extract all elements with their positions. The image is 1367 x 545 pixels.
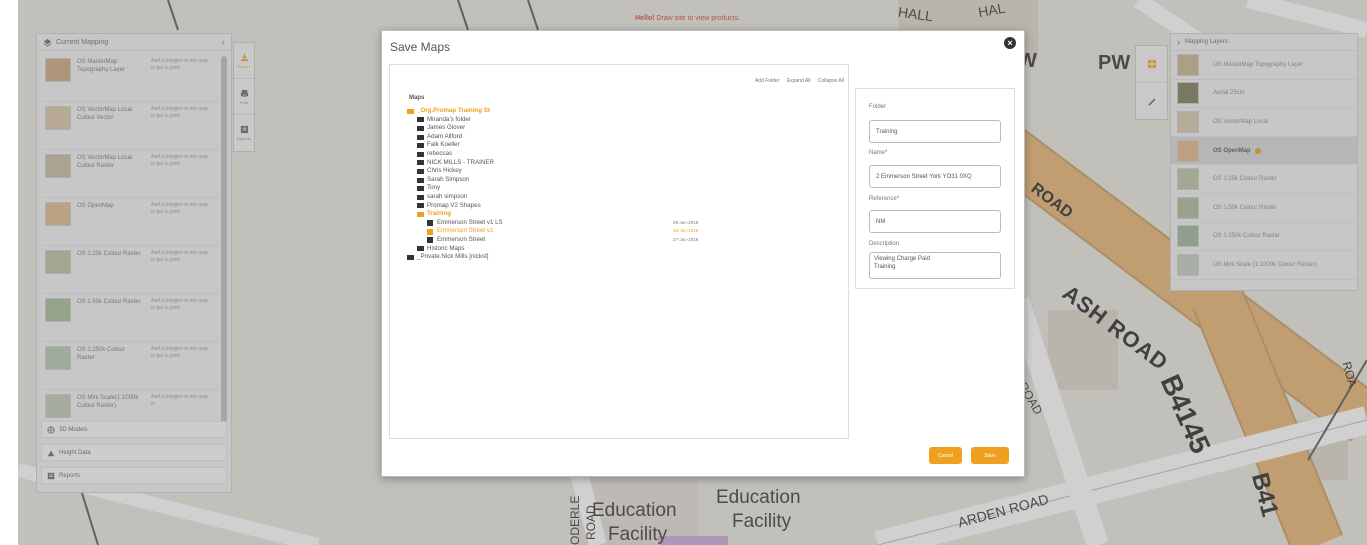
folder-icon (417, 151, 424, 157)
tree-item-label: Historic Maps (427, 244, 465, 252)
maps-tree: _Org.Promap Training St Miranda’s folder J… (407, 107, 707, 262)
tree-toolbar: Add Folder Expand All Collapse All (749, 78, 844, 84)
tree-item-label: _Org.Promap Training St (417, 107, 490, 114)
tree-item-label: Emmerson Street v1 (437, 227, 494, 235)
tree-folder-item[interactable]: Promap V2 Shapes (407, 202, 707, 211)
folder-icon (407, 108, 414, 114)
folder-icon (417, 160, 424, 166)
folder-icon (417, 186, 424, 192)
add-folder-button[interactable]: Add Folder (755, 78, 779, 84)
tree-item-label: NICK MILLS - TRAINER (427, 158, 494, 166)
folder-icon (407, 254, 414, 260)
tree-item-label: _Private.Nick Mills [nickst] (417, 253, 489, 261)
tree-item-label: Chris Hickey (427, 167, 462, 175)
folder-icon (417, 177, 424, 183)
tree-item-label: Tony (427, 184, 441, 192)
tree-folder-item[interactable]: Sarah Simpson (407, 176, 707, 185)
save-maps-dialog: Save Maps × Add Folder Expand All Collap… (381, 30, 1025, 477)
tree-folder-item[interactable]: Training (407, 210, 707, 219)
tree-item-label: Promap V2 Shapes (427, 201, 481, 209)
folder-icon (417, 143, 424, 149)
cancel-button[interactable]: Cancel (929, 447, 962, 464)
collapse-all-button[interactable]: Collapse All (818, 78, 844, 84)
tree-folder-item[interactable]: sarah simpson (407, 193, 707, 202)
tree-item-label: Sarah Simpson (427, 175, 470, 183)
tree-item-label: Emmerson Street (437, 235, 486, 243)
tree-item-label: Training (427, 210, 452, 218)
description-line-1: Viewing Charge Paid (874, 256, 930, 262)
tree-item-date: 27-Jun-2018 (673, 236, 699, 242)
tree-folder-item[interactable]: James Glover (407, 124, 707, 133)
folder-icon (417, 246, 424, 252)
tree-folder-item[interactable]: Adam Allford (407, 133, 707, 142)
expand-all-button[interactable]: Expand All (787, 78, 811, 84)
tree-item-label: rebeccas (427, 149, 453, 157)
maps-tree-panel: Add Folder Expand All Collapse All Maps … (389, 64, 849, 439)
name-field[interactable]: 2 Emmerson Street York YO31 0XQ (869, 165, 1001, 188)
folder-icon (417, 125, 424, 131)
close-icon[interactable]: × (1004, 37, 1016, 49)
folder-label: Folder (869, 104, 887, 110)
tree-folder-item[interactable]: Chris Hickey (407, 167, 707, 176)
tree-map-item[interactable]: Emmerson Street v1 LS 29-Jun-2018 (407, 219, 707, 228)
tree-folder-item[interactable]: Tony (407, 184, 707, 193)
map-icon (427, 237, 433, 244)
folder-icon (417, 117, 424, 123)
tree-folder-item[interactable]: rebeccas (407, 150, 707, 159)
tree-item-label: sarah simpson (427, 192, 468, 200)
folder-icon (417, 194, 424, 200)
tree-root-label: Maps (409, 95, 425, 101)
save-form-panel: Folder Training Name* 2 Emmerson Street … (855, 88, 1015, 289)
reference-field[interactable]: NM (869, 210, 1001, 233)
description-field[interactable]: Viewing Charge Paid Training (869, 252, 1001, 279)
tree-folder-item[interactable]: NICK MILLS - TRAINER (407, 159, 707, 168)
name-label: Name* (869, 150, 888, 156)
dialog-title: Save Maps (390, 40, 451, 54)
description-label: Description (869, 241, 900, 247)
reference-label: Reference* (869, 196, 900, 202)
folder-field[interactable]: Training (869, 120, 1001, 143)
tree-item-label: Falk Koeller (427, 141, 460, 149)
folder-icon (417, 203, 424, 209)
tree-folder-item[interactable]: Falk Koeller (407, 141, 707, 150)
tree-folder-item[interactable]: _Private.Nick Mills [nickst] (407, 253, 707, 262)
folder-icon (417, 211, 424, 217)
tree-folder-item[interactable]: Miranda’s folder (407, 116, 707, 125)
tree-item-label: Miranda’s folder (427, 115, 471, 123)
folder-icon (417, 168, 424, 174)
folder-icon (417, 134, 424, 140)
save-button[interactable]: Save (971, 447, 1009, 464)
map-icon (427, 228, 433, 235)
tree-item-label: Emmerson Street v1 LS (437, 218, 503, 226)
tree-map-item[interactable]: Emmerson Street v1 28-Jun-2018 (407, 227, 707, 236)
description-line-2: Training (874, 264, 896, 270)
tree-item-date: 28-Jun-2018 (673, 228, 699, 234)
tree-folder-item[interactable]: _Org.Promap Training St (407, 107, 707, 116)
tree-folder-item[interactable]: Historic Maps (407, 245, 707, 254)
tree-map-item[interactable]: Emmerson Street 27-Jun-2018 (407, 236, 707, 245)
tree-item-label: James Glover (427, 124, 466, 132)
map-icon (427, 220, 433, 227)
tree-item-label: Adam Allford (427, 132, 463, 140)
tree-item-date: 29-Jun-2018 (673, 219, 699, 225)
